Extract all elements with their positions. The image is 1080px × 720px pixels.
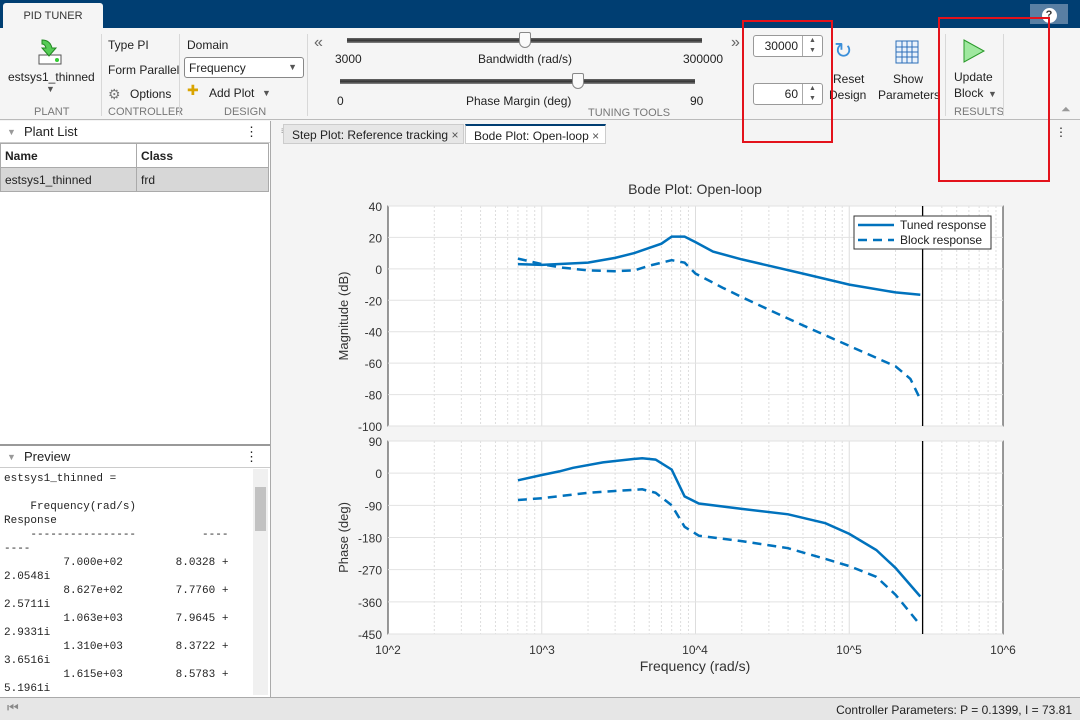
group-label-design: DESIGN bbox=[224, 106, 267, 118]
more-options-icon[interactable]: ⋮ bbox=[1055, 125, 1067, 139]
group-label-controller: CONTROLLER bbox=[108, 106, 184, 118]
controller-parameters-status: Controller Parameters: P = 0.1399, I = 7… bbox=[836, 703, 1072, 717]
close-icon[interactable]: × bbox=[451, 128, 458, 142]
y-tick-label: 40 bbox=[369, 200, 383, 214]
toolstrip: estsys1_thinned ▼ PLANT Type PI Form Par… bbox=[0, 28, 1080, 120]
x-tick-label: 10^6 bbox=[990, 643, 1016, 657]
tab-bode-plot[interactable]: Bode Plot: Open-loop × bbox=[465, 124, 606, 144]
status-bar: ⏮ Controller Parameters: P = 0.1399, I =… bbox=[0, 697, 1080, 720]
bandwidth-min: 3000 bbox=[335, 52, 362, 66]
y-tick-label: -270 bbox=[358, 564, 382, 578]
preview-title: Preview bbox=[24, 449, 71, 464]
bandwidth-max: 300000 bbox=[683, 52, 724, 66]
group-label-plant: PLANT bbox=[34, 106, 70, 118]
bandwidth-label: Bandwidth (rad/s) bbox=[478, 52, 573, 66]
plant-class-cell[interactable]: frd bbox=[136, 167, 269, 192]
plant-name-cell[interactable]: estsys1_thinned bbox=[0, 167, 137, 192]
x-tick-label: 10^5 bbox=[836, 643, 862, 657]
bandwidth-slider-thumb[interactable] bbox=[519, 32, 531, 48]
tab-pid-tuner[interactable]: PID TUNER bbox=[3, 3, 103, 28]
collapse-icon[interactable]: ▼ bbox=[7, 121, 16, 143]
show-parameters-button[interactable]: Show bbox=[893, 72, 923, 86]
x-tick-label: 10^4 bbox=[682, 643, 708, 657]
collapse-icon[interactable]: ▼ bbox=[7, 446, 16, 468]
more-options-icon[interactable]: ⋮ bbox=[245, 121, 258, 143]
phase-margin-max: 90 bbox=[690, 94, 704, 108]
form-button[interactable]: Form Parallel bbox=[108, 63, 179, 77]
x-tick-label: 10^2 bbox=[375, 643, 401, 657]
y-tick-label: 20 bbox=[369, 231, 383, 245]
plant-table: Name Class estsys1_thinned frd bbox=[0, 143, 269, 192]
plant-selector[interactable]: estsys1_thinned bbox=[8, 70, 95, 84]
tab-label: Bode Plot: Open-loop bbox=[474, 129, 589, 143]
legend-entry: Tuned response bbox=[900, 218, 987, 232]
type-button[interactable]: Type PI bbox=[108, 38, 149, 52]
y-tick-label: -180 bbox=[358, 532, 382, 546]
collapse-toolstrip-icon[interactable]: ⏶ bbox=[1061, 102, 1071, 117]
domain-label: Domain bbox=[187, 38, 229, 52]
x-tick-label: 10^3 bbox=[529, 643, 555, 657]
column-header-name[interactable]: Name bbox=[0, 143, 137, 168]
preview-scrollbar[interactable] bbox=[253, 469, 268, 695]
chevron-down-icon: ▼ bbox=[288, 62, 297, 72]
chevron-down-icon[interactable]: ▼ bbox=[262, 88, 271, 98]
reset-design-button[interactable]: Reset bbox=[833, 72, 864, 86]
reset-design-label[interactable]: Design bbox=[829, 88, 866, 102]
tab-step-plot[interactable]: Step Plot: Reference tracking × bbox=[283, 124, 464, 144]
plant-list-title: Plant List bbox=[24, 124, 78, 139]
left-panel: ▼ Plant List ⋮ Name Class estsys1_thinned fr… bbox=[0, 121, 271, 697]
reset-icon: ↻ bbox=[834, 38, 853, 63]
x-axis-label: Frequency (rad/s) bbox=[640, 658, 750, 674]
y-tick-label: -40 bbox=[365, 326, 383, 340]
group-label-tuning: TUNING TOOLS bbox=[588, 107, 671, 119]
preview-header: ▼ Preview ⋮ bbox=[0, 446, 270, 468]
phase-margin-slider[interactable] bbox=[340, 79, 695, 84]
y-tick-label: -20 bbox=[365, 294, 383, 308]
table-grid-icon bbox=[895, 40, 919, 64]
add-plot-icon: ✚ bbox=[187, 82, 199, 98]
first-page-icon[interactable]: ⏮ bbox=[7, 700, 19, 716]
plant-list-header: ▼ Plant List ⋮ bbox=[0, 121, 270, 143]
phase-ylabel: Phase (deg) bbox=[336, 502, 351, 573]
magnitude-ylabel: Magnitude (dB) bbox=[336, 272, 351, 361]
y-tick-label: 0 bbox=[375, 263, 382, 277]
domain-value: Frequency bbox=[189, 61, 246, 75]
title-bar bbox=[0, 0, 1080, 28]
y-tick-label: 90 bbox=[369, 435, 383, 449]
scrollbar-thumb[interactable] bbox=[255, 487, 266, 531]
more-options-icon[interactable]: ⋮ bbox=[245, 446, 258, 468]
add-plot-button[interactable]: Add Plot bbox=[209, 86, 254, 100]
y-tick-label: -360 bbox=[358, 596, 382, 610]
bode-plot: Bode Plot: Open-loop 40 20 0 -20 -40 -60 -80 -10… bbox=[336, 181, 1004, 674]
highlight-box bbox=[742, 20, 833, 143]
plant-import-icon bbox=[38, 39, 62, 65]
chart-title: Bode Plot: Open-loop bbox=[628, 181, 762, 197]
y-tick-label: -60 bbox=[365, 357, 383, 371]
preview-panel: ▼ Preview ⋮ estsys1_thinned = Frequency(ra… bbox=[0, 444, 270, 697]
y-tick-label: -450 bbox=[358, 628, 382, 642]
y-tick-label: -80 bbox=[365, 389, 383, 403]
collapse-left-icon[interactable]: « bbox=[314, 34, 323, 52]
expand-right-icon[interactable]: » bbox=[731, 34, 740, 52]
y-tick-label: -90 bbox=[365, 499, 383, 513]
y-tick-label: -100 bbox=[358, 420, 382, 434]
table-row[interactable]: estsys1_thinned frd bbox=[0, 167, 269, 192]
y-tick-label: 0 bbox=[375, 467, 382, 481]
close-icon[interactable]: × bbox=[592, 129, 599, 143]
legend-entry: Block response bbox=[900, 233, 982, 247]
phase-margin-slider-thumb[interactable] bbox=[572, 73, 584, 89]
chevron-down-icon[interactable]: ▼ bbox=[46, 84, 55, 94]
preview-text: estsys1_thinned = Frequency(rad/s) Respo… bbox=[4, 473, 229, 693]
column-header-class[interactable]: Class bbox=[136, 143, 269, 168]
domain-dropdown[interactable]: Frequency ▼ bbox=[184, 57, 304, 78]
options-button[interactable]: Options bbox=[130, 87, 171, 101]
tab-label: Step Plot: Reference tracking bbox=[292, 128, 449, 142]
phase-margin-min: 0 bbox=[337, 94, 344, 108]
highlight-box bbox=[938, 17, 1050, 182]
gear-icon: ⚙ bbox=[108, 86, 121, 102]
phase-margin-label: Phase Margin (deg) bbox=[466, 94, 572, 108]
show-parameters-label[interactable]: Parameters bbox=[878, 88, 940, 102]
